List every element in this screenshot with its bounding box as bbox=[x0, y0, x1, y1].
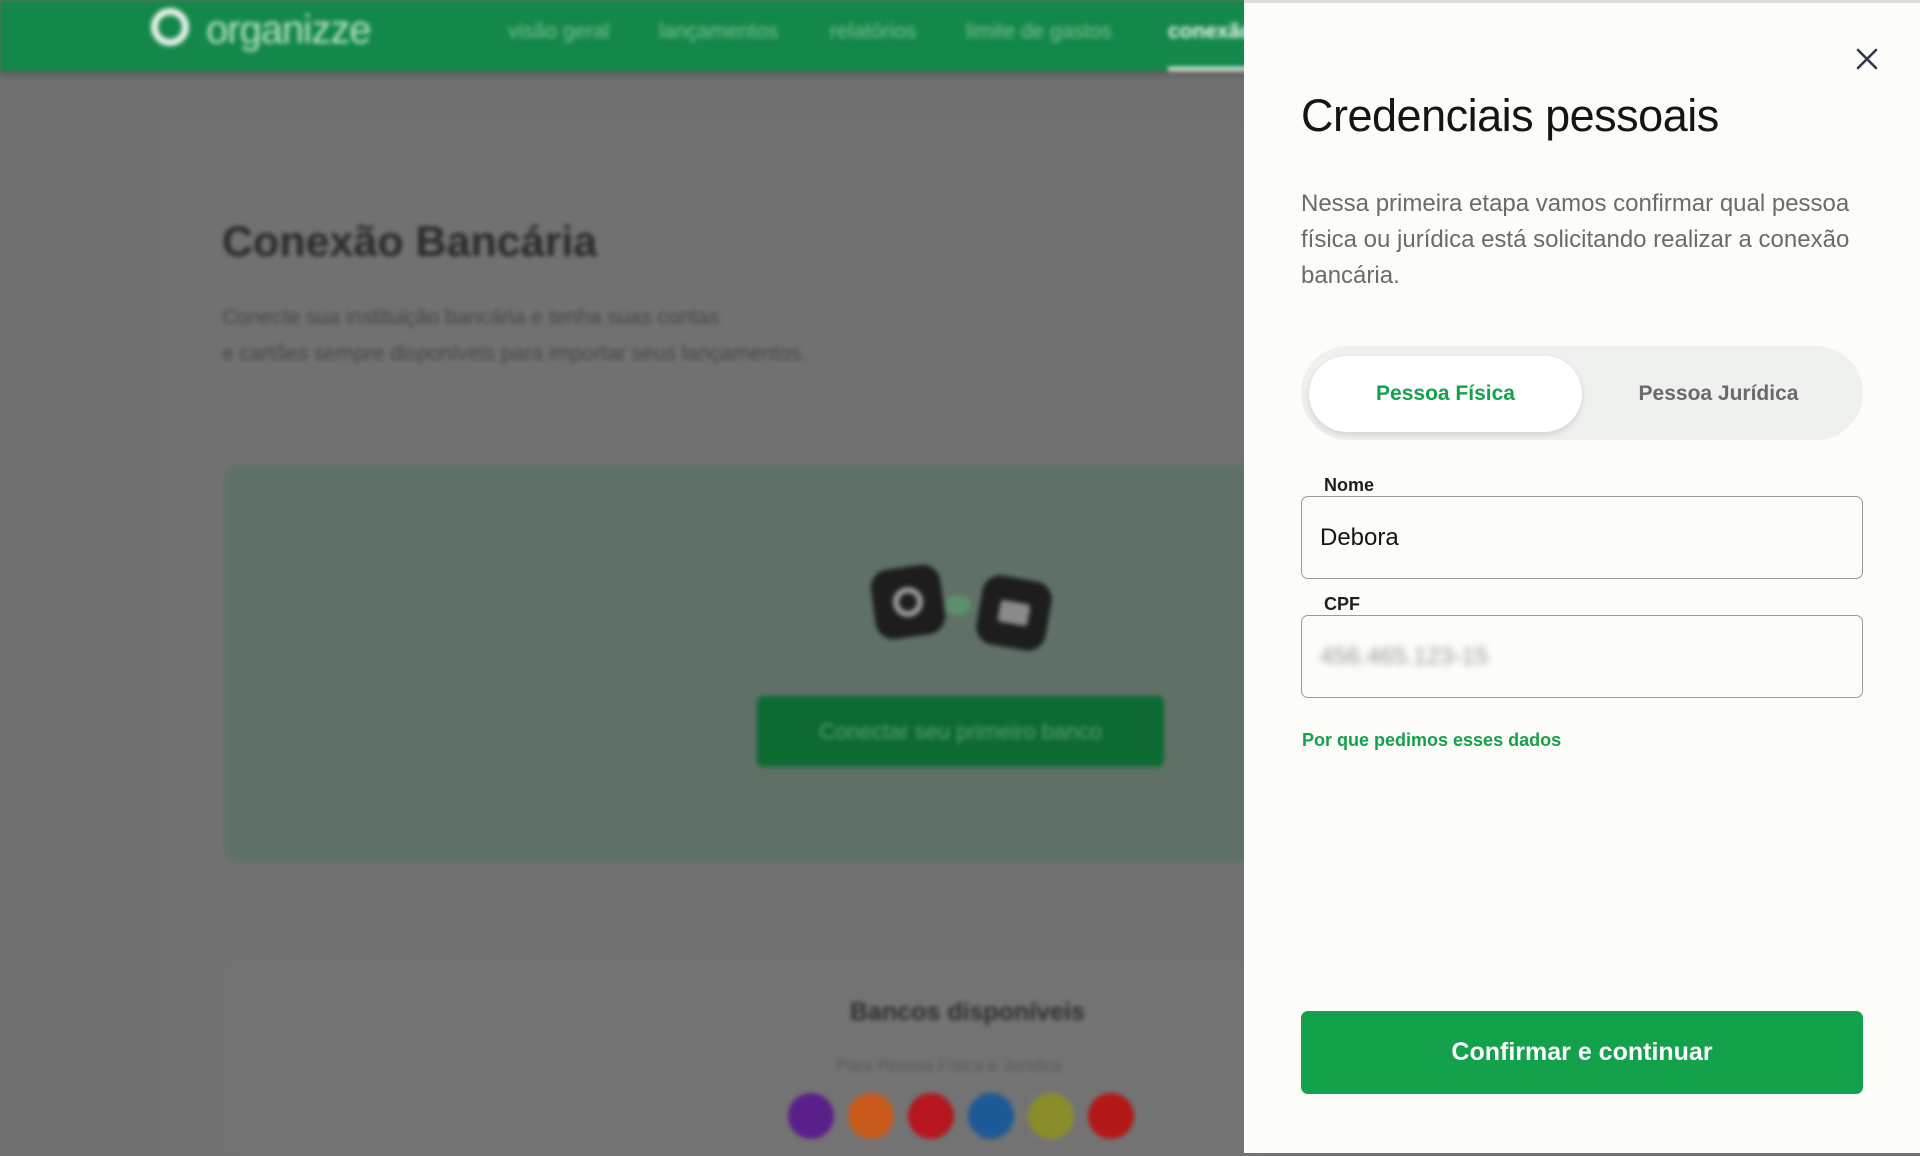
nav-active-underline bbox=[1168, 67, 1248, 71]
link-chain-icon bbox=[945, 595, 971, 615]
page-title: Conexão Bancária bbox=[222, 218, 598, 266]
nav-item-visao-geral[interactable]: visão geral bbox=[508, 20, 610, 44]
cpf-input-value[interactable]: 456.465.123-15 bbox=[1320, 643, 1488, 671]
page-description: Conecte sua instituição bancária e tenha… bbox=[222, 300, 807, 372]
connect-first-bank-button[interactable]: Conectar seu primeiro banco bbox=[757, 696, 1164, 767]
bank-building-icon bbox=[973, 572, 1055, 654]
bank-logo-icon bbox=[788, 1093, 834, 1139]
close-icon bbox=[1856, 48, 1878, 70]
nome-input-value[interactable]: Debora bbox=[1320, 524, 1399, 552]
confirm-continue-button[interactable]: Confirmar e continuar bbox=[1301, 1011, 1863, 1094]
banks-title: Bancos disponíveis bbox=[850, 998, 1085, 1026]
nome-label: Nome bbox=[1316, 475, 1383, 496]
why-we-ask-link[interactable]: Por que pedimos esses dados bbox=[1302, 730, 1561, 751]
nav-item-relatorios[interactable]: relatórios bbox=[830, 20, 916, 44]
connect-promo-panel bbox=[224, 465, 1274, 862]
bank-logo-icon bbox=[1028, 1093, 1074, 1139]
organizze-app-icon bbox=[868, 562, 948, 642]
bank-logo-icon bbox=[848, 1093, 894, 1139]
tab-pessoa-fisica[interactable]: Pessoa Física bbox=[1309, 356, 1582, 432]
tab-pessoa-juridica[interactable]: Pessoa Jurídica bbox=[1582, 356, 1855, 432]
drawer-title: Credenciais pessoais bbox=[1301, 90, 1719, 141]
bank-logo-icon bbox=[968, 1093, 1014, 1139]
page-description-line-2: e cartões sempre disponíveis para import… bbox=[222, 342, 807, 365]
banks-subtitle: Para Pessoa Física e Jurídica bbox=[836, 1056, 1062, 1075]
drawer-description: Nessa primeira etapa vamos confirmar qua… bbox=[1301, 190, 1850, 289]
organizze-logo-icon bbox=[151, 8, 189, 46]
nav-item-lancamentos[interactable]: lançamentos bbox=[659, 20, 778, 44]
bank-logo-icon bbox=[1088, 1093, 1134, 1139]
logo-text: organizze bbox=[206, 8, 371, 52]
cpf-label: CPF bbox=[1316, 594, 1368, 615]
close-button[interactable] bbox=[1850, 42, 1884, 76]
nav-item-conexao[interactable]: conexão bbox=[1168, 20, 1253, 44]
nav-item-limite-de-gastos[interactable]: limite de gastos bbox=[966, 20, 1112, 44]
bank-logo-icon bbox=[908, 1093, 954, 1139]
page-description-line-1: Conecte sua instituição bancária e tenha… bbox=[222, 306, 720, 329]
